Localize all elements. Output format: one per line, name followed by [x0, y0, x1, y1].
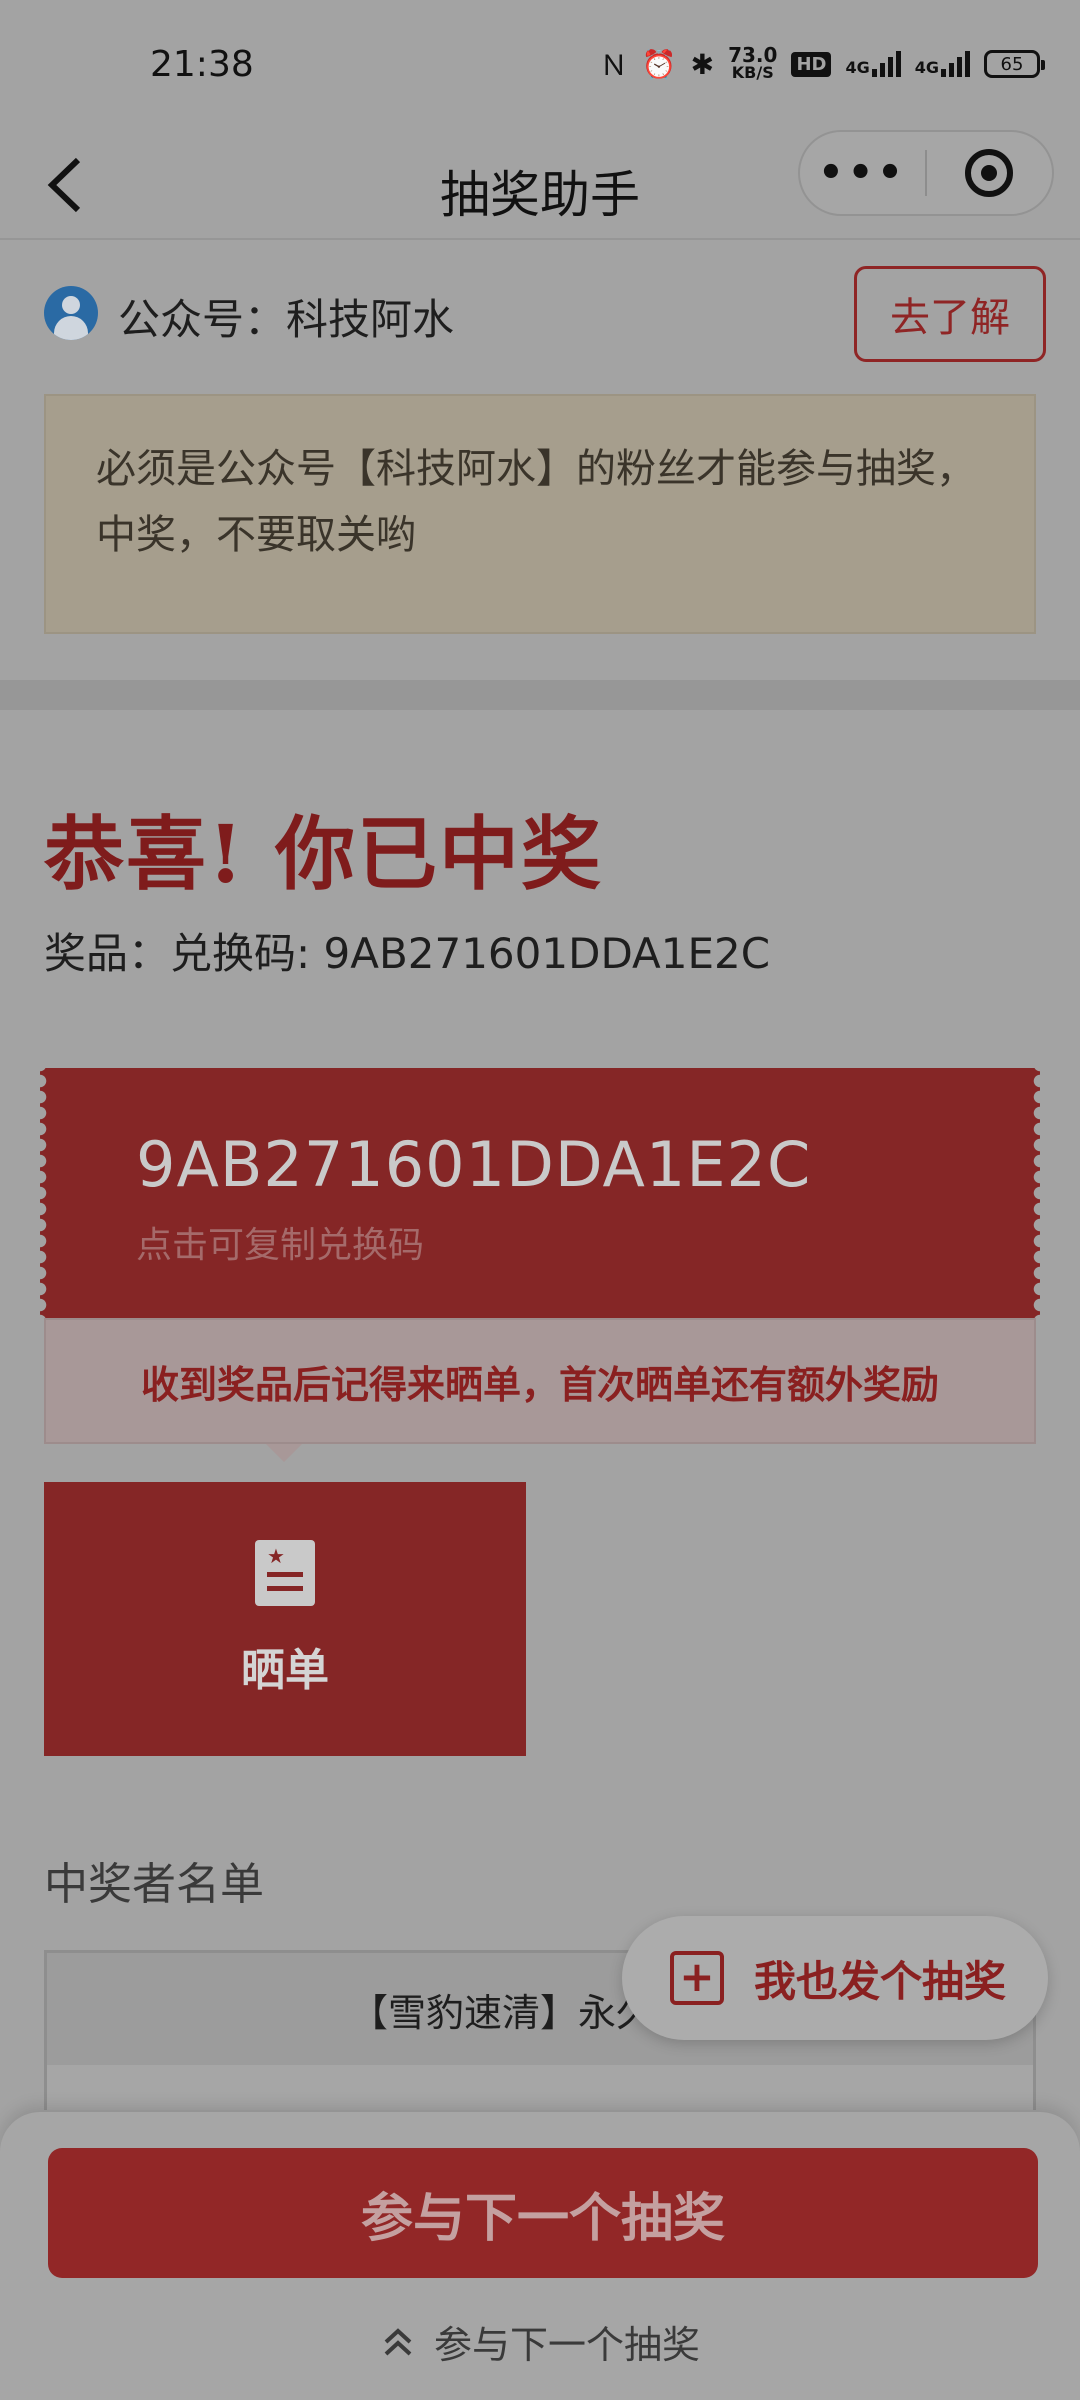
double-chevron-up-icon — [380, 2324, 416, 2360]
status-bar: 21:38 Ｎ ⏰ ✱ 73.0 KB/S HD 4G 4G 65 — [0, 0, 1080, 130]
signal-1: 4G — [845, 51, 901, 77]
plus-square-icon: + — [670, 1951, 724, 2005]
net-speed-unit: KB/S — [731, 63, 774, 82]
tip-arrow — [266, 1444, 302, 1462]
prize-line: 奖品：兑换码: 9AB271601DDA1E2C — [44, 929, 771, 978]
congrats-headline: 恭喜! 你已中奖 — [44, 807, 603, 901]
notice-box: 必须是公众号【科技阿水】的粉丝才能参与抽奖，中奖，不要取关哟 — [44, 394, 1036, 634]
signal-bars-icon — [941, 51, 970, 77]
redeem-code: 9AB271601DDA1E2C — [136, 1128, 812, 1201]
net-speed-value: 73.0 — [728, 43, 778, 67]
clock: 21:38 — [150, 44, 254, 85]
redeem-code-ticket[interactable]: 9AB271601DDA1E2C 点击可复制兑换码 — [40, 1068, 1040, 1318]
share-order-label: 晒单 — [241, 1645, 329, 1696]
net-speed: 73.0 KB/S — [728, 43, 778, 82]
document-star-icon: ★ — [255, 1540, 315, 1606]
status-icons: Ｎ ⏰ ✱ 73.0 KB/S HD 4G 4G 65 — [599, 43, 1045, 84]
signal-2-label: 4G — [914, 58, 939, 77]
join-next-lottery-link[interactable]: 参与下一个抽奖 — [0, 2314, 1080, 2369]
share-order-button[interactable]: ★ 晒单 — [44, 1482, 526, 1756]
mini-program-capsule: ••• — [798, 130, 1054, 216]
signal-1-label: 4G — [845, 58, 870, 77]
section-divider — [0, 680, 1080, 710]
create-lottery-label: 我也发个抽奖 — [754, 1956, 1007, 2006]
battery-icon: 65 — [984, 50, 1045, 78]
winners-title: 中奖者名单 — [44, 1859, 264, 1910]
hd-badge: HD — [791, 51, 832, 77]
signal-bars-icon — [871, 51, 901, 77]
share-tip: 收到奖品后记得来晒单，首次晒单还有额外奖励 — [44, 1318, 1036, 1444]
account-name: 公众号：科技阿水 — [118, 295, 455, 344]
learn-more-button[interactable]: 去了解 — [854, 266, 1046, 362]
bluetooth-icon: ✱ — [690, 47, 715, 81]
user-avatar-icon — [44, 286, 98, 340]
bottom-sheet: 参与下一个抽奖 参与下一个抽奖 — [0, 2112, 1080, 2400]
alarm-icon: ⏰ — [641, 47, 677, 81]
nfc-icon: Ｎ — [599, 49, 628, 82]
nav-bar: 抽奖助手 ••• — [0, 130, 1080, 240]
account-row: 公众号：科技阿水 去了解 — [44, 266, 1046, 362]
join-next-lottery-button[interactable]: 参与下一个抽奖 — [48, 2148, 1038, 2278]
copy-hint: 点击可复制兑换码 — [136, 1225, 425, 1266]
signal-2: 4G — [915, 51, 970, 77]
target-circle-icon[interactable] — [927, 149, 1052, 197]
more-dots-icon[interactable]: ••• — [800, 150, 925, 196]
join-next-lottery-link-label: 参与下一个抽奖 — [433, 2323, 700, 2367]
create-lottery-button[interactable]: + 我也发个抽奖 — [622, 1916, 1048, 2040]
